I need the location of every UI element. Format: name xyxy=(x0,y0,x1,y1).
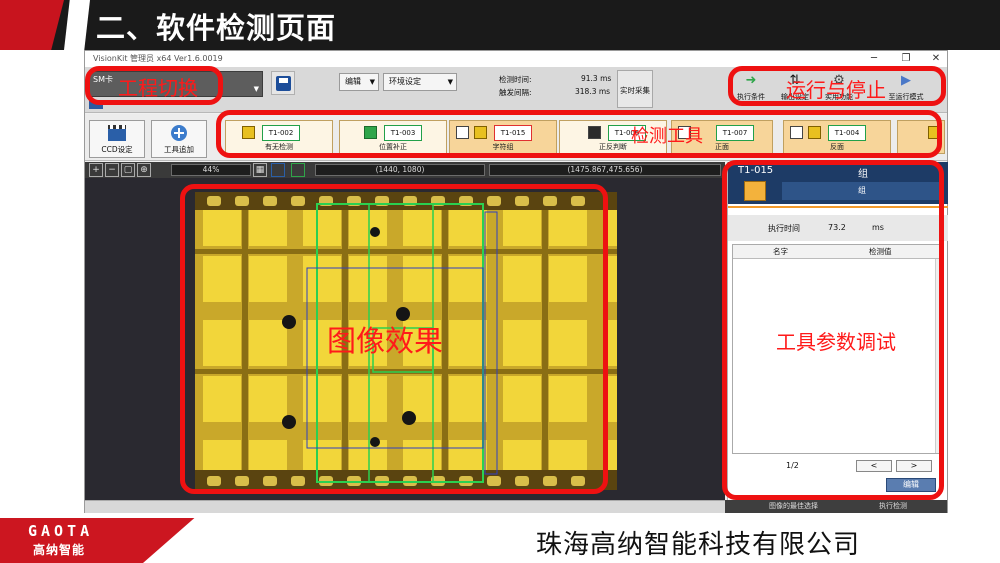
image-statusbar: + − ▢ ⊕ 44% ▦ (1440, 1080) (1475.867,475… xyxy=(85,162,725,178)
zoom-in-icon[interactable]: + xyxy=(89,163,103,177)
cursor-coordinate: (1475.867,475.656) xyxy=(489,164,721,176)
header-red-accent xyxy=(0,0,64,50)
company-logo-cn: 高纳智能 xyxy=(33,543,86,557)
window-titlebar: VisionKit 管理员 x64 Ver1.6.0019 ─ ❐ ✕ xyxy=(85,51,947,67)
annotation-tool-param: 工具参数调试 xyxy=(776,330,896,354)
slide: 二、软件检测页面 VisionKit 管理员 x64 Ver1.6.0019 ─… xyxy=(0,0,1000,563)
ccd-settings-button[interactable]: CCD设定 xyxy=(89,120,145,158)
company-name: 珠海高纳智能科技有限公司 xyxy=(536,530,861,560)
realtime-capture-button[interactable]: 实时采集 xyxy=(617,70,653,108)
annotation-box-detection-tools xyxy=(216,110,942,158)
ccd-settings-label: CCD设定 xyxy=(101,145,133,154)
slide-title: 二、软件检测页面 xyxy=(96,11,337,45)
annotation-detection-tools: 检测工具 xyxy=(631,126,703,147)
edit-menu-label: 编辑 xyxy=(345,77,361,86)
blue-channel-icon[interactable] xyxy=(271,163,285,177)
pattern-icon[interactable]: ▦ xyxy=(253,163,267,177)
window-title: VisionKit 管理员 x64 Ver1.6.0019 xyxy=(93,54,223,63)
zoom-original-icon[interactable]: ⊕ xyxy=(137,163,151,177)
green-channel-icon[interactable] xyxy=(291,163,305,177)
restore-button[interactable]: ❐ xyxy=(897,52,915,65)
chevron-down-icon: ▼ xyxy=(369,78,375,86)
chevron-down-icon: ▼ xyxy=(253,85,259,93)
trigger-interval-label: 触发间隔: xyxy=(499,88,532,97)
trigger-interval-value: 318.3 ms xyxy=(575,87,611,96)
environment-menu[interactable]: 环境设定 ▼ xyxy=(383,73,457,91)
save-button[interactable] xyxy=(271,71,295,95)
run-inspection-button[interactable]: 执行检测 xyxy=(879,501,907,511)
save-disk-icon xyxy=(276,76,291,91)
zoom-level: 44% xyxy=(171,164,251,176)
bottom-action-bar: 图像的最佳选择 执行检测 xyxy=(725,500,947,513)
fit-window-icon[interactable]: ▢ xyxy=(121,163,135,177)
best-image-button[interactable]: 图像的最佳选择 xyxy=(769,501,818,511)
header-white-accent xyxy=(64,0,90,50)
company-logo-en: GAOTA xyxy=(28,522,94,540)
slide-header: 二、软件检测页面 xyxy=(0,0,1000,50)
zoom-out-icon[interactable]: − xyxy=(105,163,119,177)
detect-time-label: 检测时间: xyxy=(499,75,532,84)
add-tool-label: 工具追加 xyxy=(164,145,194,154)
chevron-down-icon: ▼ xyxy=(447,78,453,86)
plus-circle-icon xyxy=(171,125,187,141)
annotation-image-effect: 图像效果 xyxy=(327,324,444,358)
environment-menu-label: 环境设定 xyxy=(389,77,421,86)
annotation-project-switch: 工程切换 xyxy=(118,76,198,100)
edit-menu[interactable]: 编辑 ▼ xyxy=(339,73,379,91)
annotation-run-stop: 运行与停止 xyxy=(786,78,886,102)
add-tool-button[interactable]: 工具追加 xyxy=(151,120,207,158)
image-resolution: (1440, 1080) xyxy=(315,164,485,176)
minimize-button[interactable]: ─ xyxy=(865,52,883,65)
close-button[interactable]: ✕ xyxy=(927,52,945,65)
detect-time-value: 91.3 ms xyxy=(581,74,612,83)
film-clapper-icon xyxy=(108,125,126,141)
